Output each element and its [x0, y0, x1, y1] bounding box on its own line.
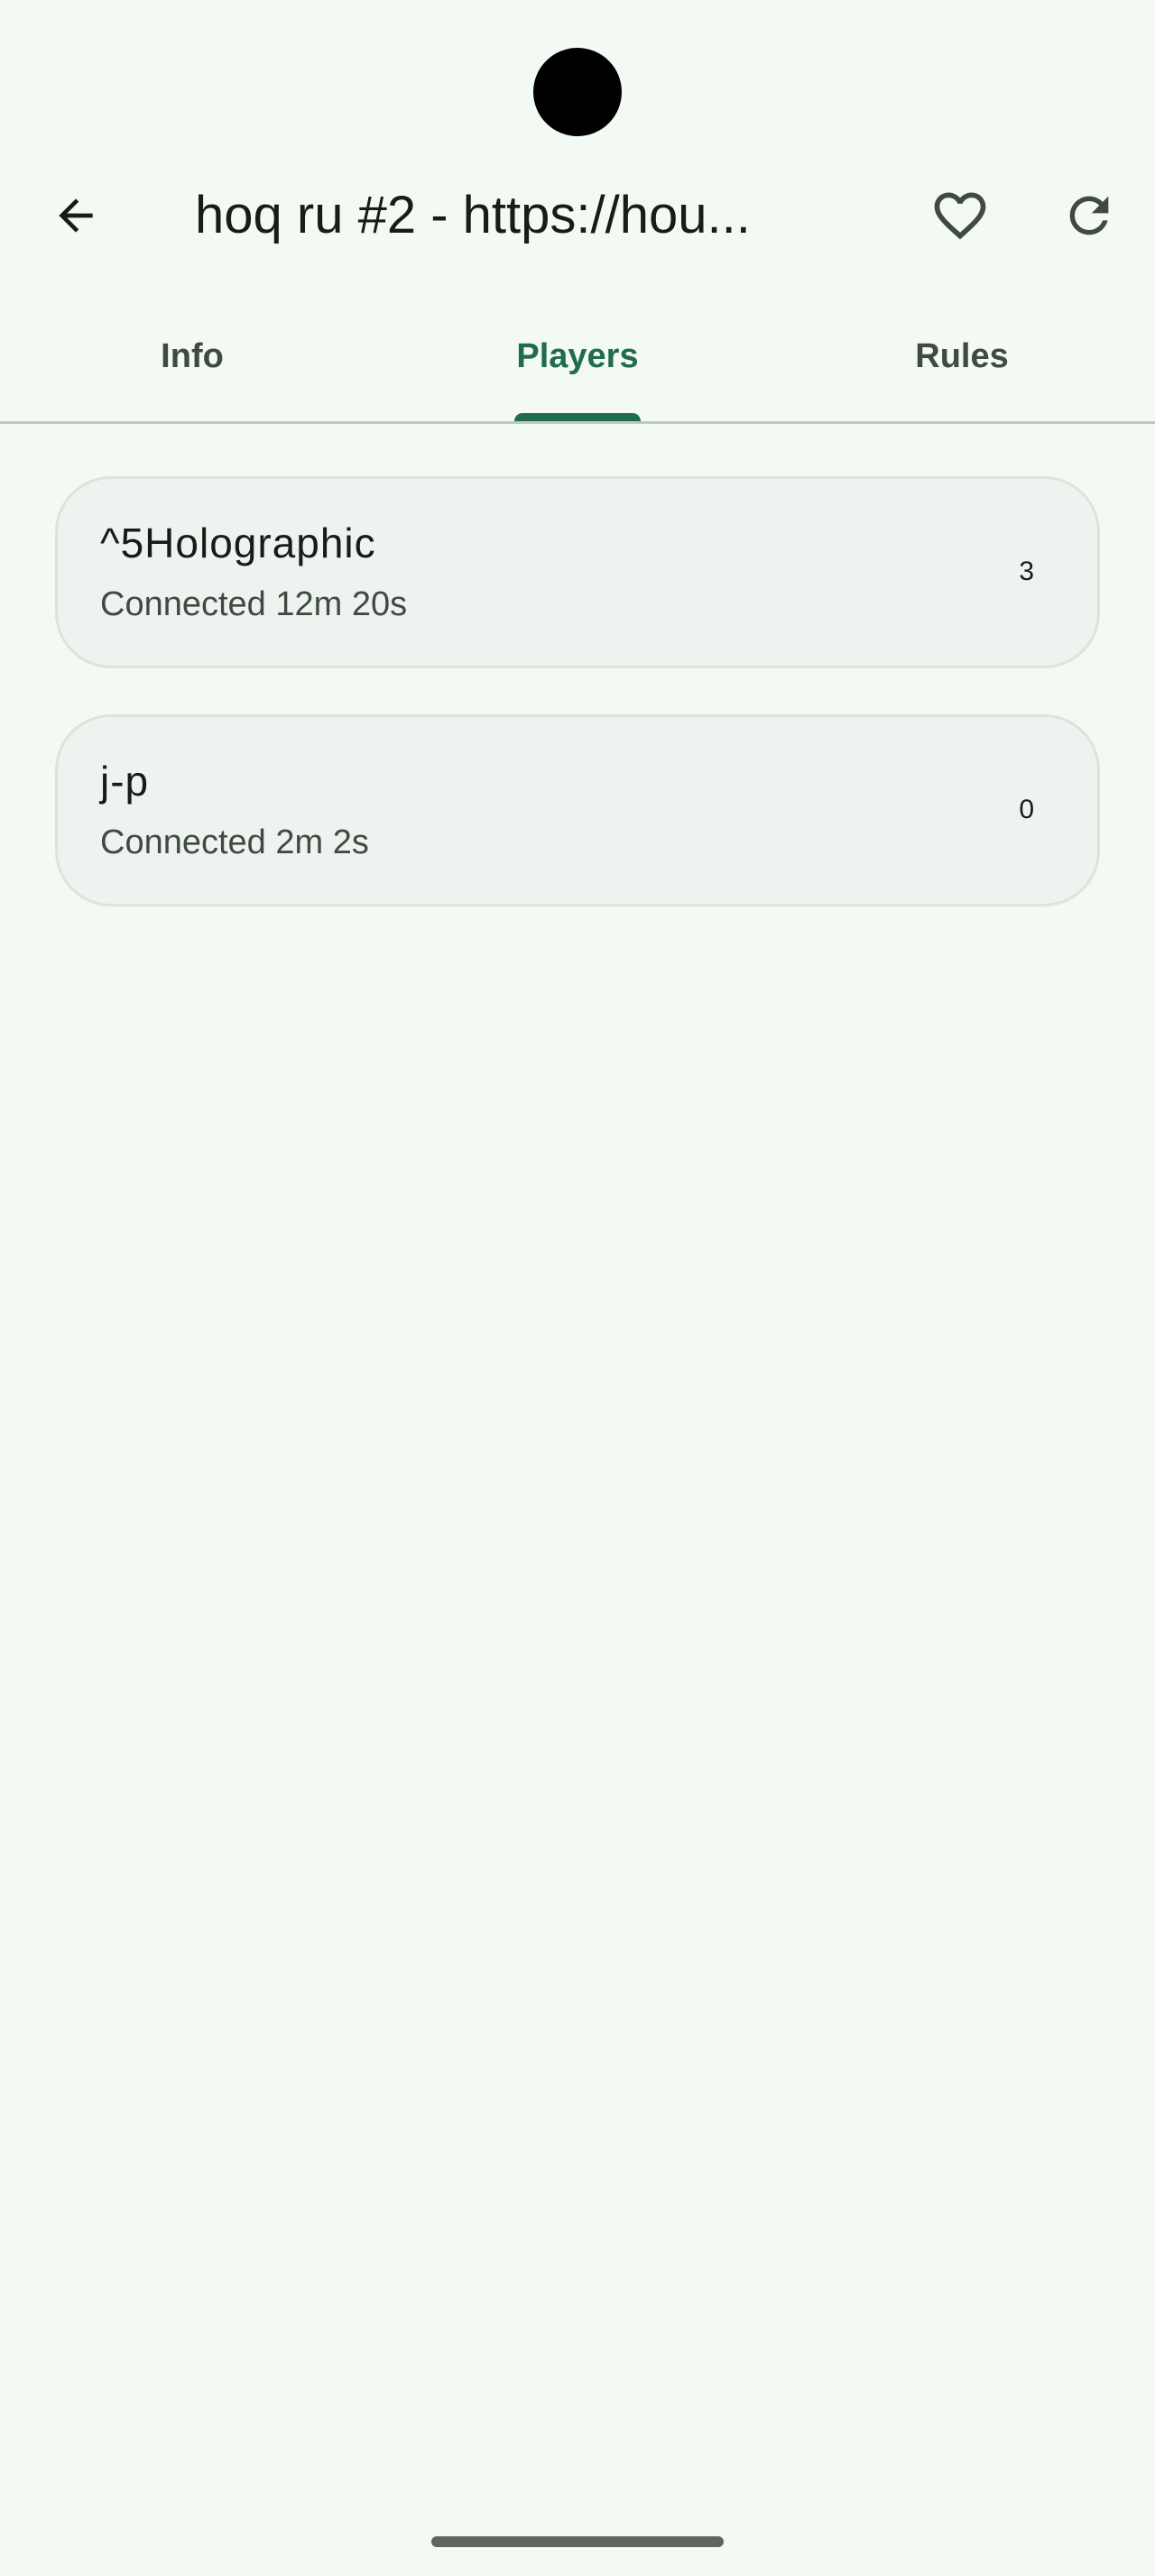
player-list: ^5Holographic Connected 12m 20s 3 j-p Co… [55, 476, 1100, 952]
player-card[interactable]: ^5Holographic Connected 12m 20s 3 [55, 476, 1100, 668]
arrow-back-icon [59, 198, 93, 233]
back-button[interactable] [32, 172, 119, 259]
active-tab-indicator [514, 413, 641, 421]
player-name: j-p [100, 758, 150, 805]
player-score: 0 [1019, 795, 1034, 824]
player-score: 3 [1019, 557, 1034, 586]
tab-bar: Info Players Rules [0, 305, 1155, 424]
app-bar: hoq ru #2 - https://hou... [0, 161, 1155, 271]
tab-players[interactable]: Players [385, 305, 770, 421]
home-indicator[interactable] [431, 2536, 724, 2547]
player-card[interactable]: j-p Connected 2m 2s 0 [55, 714, 1100, 906]
player-name: ^5Holographic [100, 520, 376, 566]
player-connection-time: Connected 12m 20s [100, 585, 408, 623]
favorite-button[interactable] [917, 172, 1003, 259]
heart-outline-icon [934, 192, 986, 240]
page-title: hoq ru #2 - https://hou... [195, 186, 751, 244]
tab-info[interactable]: Info [0, 305, 384, 421]
player-connection-time: Connected 2m 2s [100, 823, 369, 861]
refresh-icon [1069, 196, 1109, 235]
camera-cutout [533, 48, 622, 136]
refresh-button[interactable] [1046, 172, 1132, 259]
tab-rules[interactable]: Rules [770, 305, 1154, 421]
